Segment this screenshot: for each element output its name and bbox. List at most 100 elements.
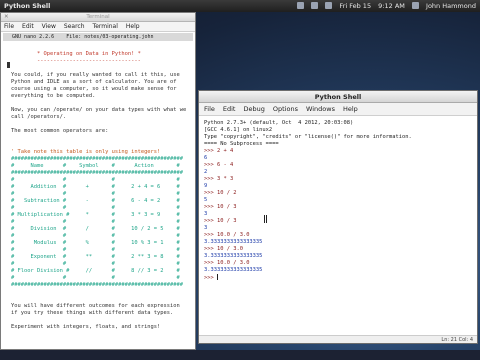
editor-line: # # # # <box>11 261 180 267</box>
volume-icon[interactable] <box>311 2 319 9</box>
editor-line: # Name # Symbol # Action # <box>11 163 180 169</box>
user-icon <box>411 2 419 9</box>
editor-line: # Addition # + # 2 + 4 = 6 # <box>11 184 180 190</box>
console-line: >>> 10 / 3 <box>204 218 237 224</box>
editor-line: # Multiplication # * # 3 * 3 = 9 # <box>11 212 180 218</box>
shell-menu-item[interactable]: Debug <box>243 105 264 113</box>
editor-line: You could, if you really wanted to call … <box>11 72 180 78</box>
user-name[interactable]: John Hammond <box>426 2 476 10</box>
editor-line: # # # # <box>11 233 180 239</box>
editor-line: * Operating on Data in Python! * <box>11 51 141 57</box>
terminal-menu-item[interactable]: View <box>42 23 56 30</box>
editor-line: call /operators/. <box>11 114 67 120</box>
editor-line: # Modulus # % # 10 % 3 = 1 # <box>11 240 180 246</box>
shell-menu-item[interactable]: Help <box>343 105 358 113</box>
bottom-panel <box>0 350 480 360</box>
python-shell-titlebar[interactable]: Python Shell <box>199 91 477 103</box>
terminal-titlebar[interactable]: ✕ Terminal <box>1 13 195 22</box>
terminal-window[interactable]: ✕ Terminal File Edit View Search Terminal Hel… <box>0 12 196 350</box>
editor-line: # Subtraction # - # 6 - 4 = 2 # <box>11 198 180 204</box>
console-line: 6 <box>204 155 208 161</box>
console-line: 9 <box>204 183 208 189</box>
terminal-title: Terminal <box>86 14 110 20</box>
editor-line: # Exponent # ** # 2 ** 3 = 8 # <box>11 254 180 260</box>
editor-line: ########################################… <box>11 282 184 288</box>
battery-icon[interactable] <box>325 2 333 9</box>
console-line: [GCC 4.6.1] on linux2 <box>204 127 273 133</box>
console-line: 3.3333333333333335 <box>204 239 263 245</box>
editor-line: # Division # / # 10 / 2 = 5 # <box>11 226 180 232</box>
active-window-title: Python Shell <box>4 2 51 10</box>
mouse-ibeam-cursor <box>264 215 267 223</box>
network-icon[interactable] <box>297 2 305 9</box>
editor-line: You will have different outcomes for eac… <box>11 303 180 309</box>
editor-line: ########################################… <box>11 156 184 162</box>
terminal-menu-item[interactable]: Edit <box>22 23 34 30</box>
top-panel: Python Shell Fri Feb 15 9:12 AM John Ham… <box>0 0 480 12</box>
editor-line: # # # # <box>11 275 180 281</box>
editor-line: if you try these things with different d… <box>11 310 174 316</box>
console-line: 5 <box>204 197 208 203</box>
editor-line: ' Take note this table is only using int… <box>11 149 161 155</box>
shell-menu-item[interactable]: Edit <box>223 105 236 113</box>
python-shell-window[interactable]: Python Shell File Edit Debug Options Windows… <box>198 90 478 344</box>
editor-line: # Floor Division # // # 8 // 3 = 2 # <box>11 268 180 274</box>
console-line: >>> 10 / 3.0 <box>204 246 243 252</box>
clock-time[interactable]: 9:12 AM <box>378 2 405 10</box>
nano-editor-content[interactable]: * Operating on Data in Python! * -------… <box>1 41 195 331</box>
shell-menu-item[interactable]: Windows <box>306 105 335 113</box>
console-line: >>> 3 * 3 <box>204 176 234 182</box>
clock-date[interactable]: Fri Feb 15 <box>339 2 371 10</box>
editor-line: ########################################… <box>11 170 184 176</box>
editor-line: The most common operators are: <box>11 128 109 134</box>
editor-line: course using a computer, so it would mak… <box>11 86 177 92</box>
console-line: >>> 10.0 / 3.0 <box>204 232 250 238</box>
editor-line: # # # # <box>11 247 180 253</box>
console-line: 3.3333333333333335 <box>204 253 263 259</box>
terminal-menu-item[interactable]: File <box>4 23 14 30</box>
close-icon[interactable]: ✕ <box>4 13 9 22</box>
console-line: 3 <box>204 211 208 217</box>
editor-line: # # # # <box>11 219 180 225</box>
console-line: Type "copyright", "credits" or "license(… <box>204 134 412 140</box>
editor-line: -------------------------------- <box>11 58 141 64</box>
terminal-menu-item[interactable]: Help <box>126 23 140 30</box>
terminal-menubar: File Edit View Search Terminal Help <box>1 22 195 32</box>
text-cursor <box>216 274 218 280</box>
terminal-menu-item[interactable]: Terminal <box>93 23 118 30</box>
editor-line: # # # # <box>11 205 180 211</box>
console-line: >>> 10.0 / 3.0 <box>204 260 250 266</box>
console-line: Python 2.7.3+ (default, Oct 4 2012, 20:0… <box>204 120 354 126</box>
nano-status-bar: GNU nano 2.2.6 File: notes/03-operating.… <box>3 33 193 41</box>
console-line: >>> 2 + 4 <box>204 148 234 154</box>
console-line: >>> <box>204 274 218 281</box>
console-line: 3 <box>204 225 208 231</box>
shell-menu-item[interactable]: File <box>204 105 215 113</box>
terminal-menu-item[interactable]: Search <box>64 23 85 30</box>
python-shell-menubar: File Edit Debug Options Windows Help <box>199 103 477 116</box>
editor-line: Python and IDLE as a sort of calculator.… <box>11 79 177 85</box>
shell-menu-item[interactable]: Options <box>273 105 298 113</box>
editor-line: # # # # <box>11 177 180 183</box>
console-line: 2 <box>204 169 208 175</box>
editor-line: Experiment with integers, floats, and st… <box>11 324 161 330</box>
python-shell-statusbar: Ln: 21 Col: 4 <box>199 335 477 343</box>
console-line: >>> 10 / 2 <box>204 190 237 196</box>
console-line: 3.3333333333333335 <box>204 267 263 273</box>
console-line: >>> 6 - 4 <box>204 162 234 168</box>
console-line: ==== No Subprocess ==== <box>204 141 279 147</box>
python-shell-console[interactable]: Python 2.7.3+ (default, Oct 4 2012, 20:0… <box>199 116 477 285</box>
editor-line: Now, you can /operate/ on your data type… <box>11 107 187 113</box>
text-cursor <box>7 62 10 68</box>
editor-line: # # # # <box>11 191 180 197</box>
system-tray: Fri Feb 15 9:12 AM John Hammond <box>292 0 476 12</box>
editor-line: everything to be computed. <box>11 93 96 99</box>
